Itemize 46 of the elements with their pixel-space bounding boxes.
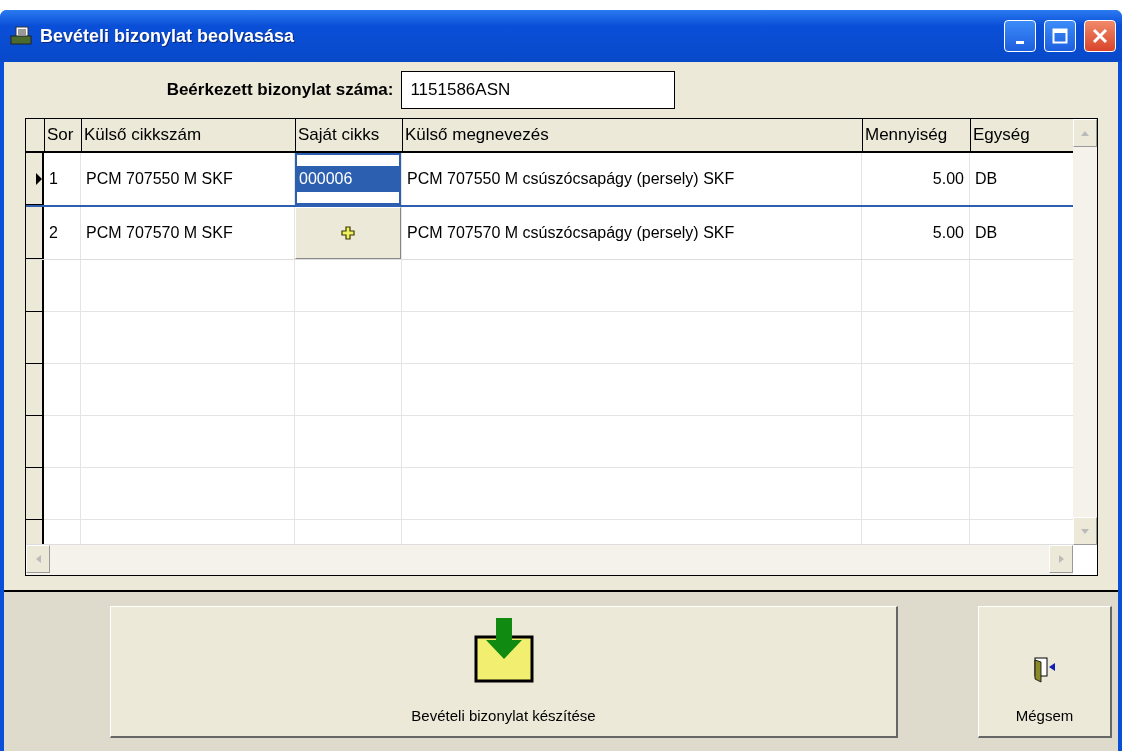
row-header[interactable] (26, 207, 44, 259)
right-arrow-icon (1058, 555, 1064, 563)
close-icon (1092, 28, 1108, 44)
document-number-field[interactable]: 1151586ASN (401, 71, 676, 109)
close-button[interactable] (1084, 20, 1116, 52)
row-header[interactable] (26, 364, 44, 416)
minimize-icon (1016, 40, 1024, 44)
create-receipt-button[interactable]: Bevételi bizonylat készítése (110, 605, 898, 738)
window-title: Bevételi bizonylat beolvasása (40, 25, 296, 47)
empty-cell (44, 312, 81, 364)
row-header[interactable] (26, 520, 44, 545)
quantity-cell: 5.00 (862, 153, 970, 205)
row-header[interactable] (26, 416, 44, 468)
scroll-up-button[interactable] (1073, 119, 1097, 147)
cancel-button[interactable]: Mégsem (978, 605, 1112, 738)
external-name-cell: PCM 707570 M csúszócsapágy (persely) SKF (402, 207, 862, 259)
row-number-header[interactable]: Sor (44, 119, 81, 151)
row-pointer-icon (36, 172, 42, 185)
external-name-cell: PCM 707550 M csúszócsapágy (persely) SKF (402, 153, 862, 205)
cell-editor[interactable]: 000006 (295, 153, 401, 205)
own-code-header[interactable]: Saját cikks (295, 119, 402, 151)
scroll-right-button[interactable] (1049, 545, 1073, 573)
add-button[interactable] (295, 207, 401, 259)
empty-cell (44, 364, 81, 416)
down-arrow-icon (1081, 528, 1089, 534)
row-header[interactable] (26, 153, 44, 205)
external-name-header[interactable]: Külső megnevezés (402, 119, 862, 151)
maximize-icon (1052, 28, 1068, 44)
row-header[interactable] (26, 260, 44, 312)
left-arrow-icon (35, 555, 41, 563)
inbox-arrow-icon (473, 616, 534, 683)
plus-icon (341, 226, 355, 240)
scroll-down-button[interactable] (1073, 517, 1097, 545)
quantity-header[interactable]: Mennyiség (862, 119, 970, 151)
up-arrow-icon (1081, 130, 1089, 136)
empty-cell (44, 416, 81, 468)
quantity-cell: 5.00 (862, 207, 970, 259)
row-number: 1 (44, 153, 81, 205)
row-header[interactable] (26, 468, 44, 520)
minimize-button[interactable] (1004, 20, 1036, 52)
row-number: 2 (44, 207, 81, 259)
document-number-label: Beérkezett bizonylat száma: (166, 80, 394, 100)
row-header[interactable] (26, 312, 44, 364)
external-code-header[interactable]: Külső cikkszám (81, 119, 295, 151)
maximize-button[interactable] (1044, 20, 1076, 52)
app-icon (10, 26, 32, 46)
